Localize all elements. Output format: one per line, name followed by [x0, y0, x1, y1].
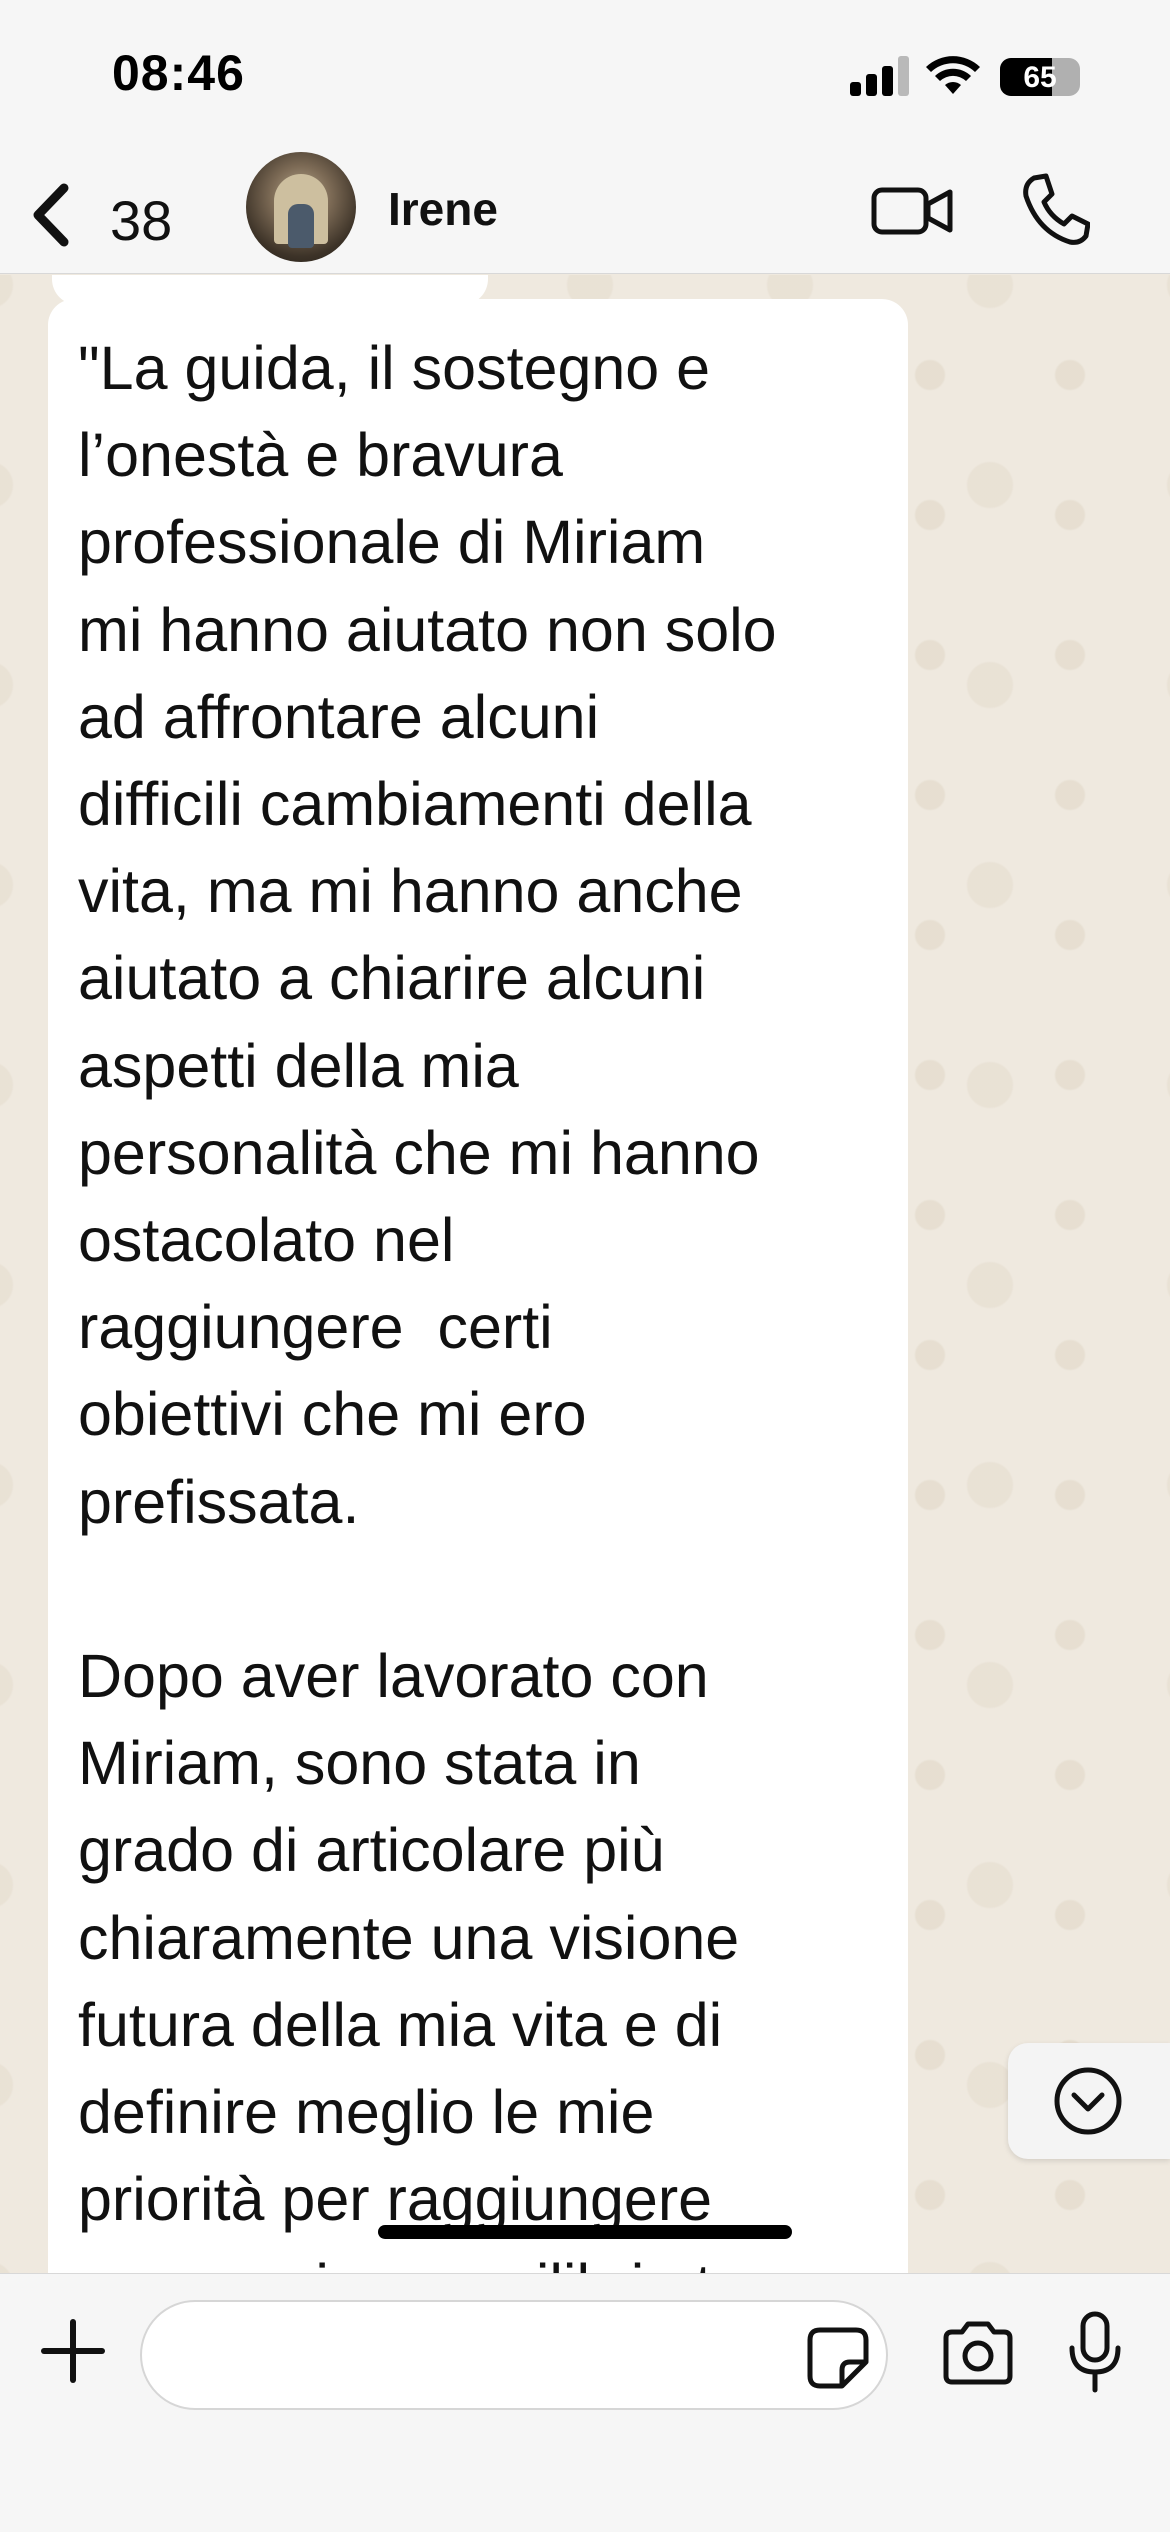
wifi-icon — [926, 56, 980, 94]
chevron-down-circle-icon — [1054, 2067, 1122, 2135]
input-bar — [0, 2225, 1170, 2532]
chevron-left-icon — [33, 183, 69, 247]
camera-icon[interactable] — [940, 2318, 1016, 2388]
status-bar: 08:46 65 — [0, 0, 1170, 150]
message-text: "La guida, il sostegno e l’onestà e brav… — [78, 334, 777, 2273]
unread-count: 38 — [110, 189, 173, 252]
battery-icon: 65 — [1000, 58, 1080, 96]
microphone-icon[interactable] — [1064, 2310, 1126, 2396]
contact-name[interactable]: Irene — [388, 182, 498, 236]
message-bubble[interactable]: "La guida, il sostegno e l’onestà e brav… — [48, 299, 908, 2273]
cellular-signal-icon — [850, 56, 910, 96]
battery-level: 65 — [1023, 61, 1057, 94]
sticker-icon[interactable] — [806, 2326, 870, 2390]
message-input[interactable] — [140, 2300, 888, 2410]
chat-area[interactable]: "La guida, il sostegno e l’onestà e brav… — [0, 275, 1170, 2273]
plus-icon[interactable] — [38, 2316, 108, 2386]
home-indicator — [378, 2225, 792, 2239]
avatar[interactable] — [246, 152, 356, 262]
whatsapp-chat-screen: 08:46 65 38 Irene "La guida, il sostegno… — [0, 0, 1170, 2532]
back-button[interactable]: 38 — [22, 168, 202, 258]
status-time: 08:46 — [112, 45, 245, 101]
chat-header: 38 Irene — [0, 150, 1170, 274]
scroll-to-bottom-button[interactable] — [1008, 2043, 1170, 2159]
phone-call-button[interactable] — [1020, 170, 1090, 250]
video-call-button[interactable] — [870, 176, 954, 246]
